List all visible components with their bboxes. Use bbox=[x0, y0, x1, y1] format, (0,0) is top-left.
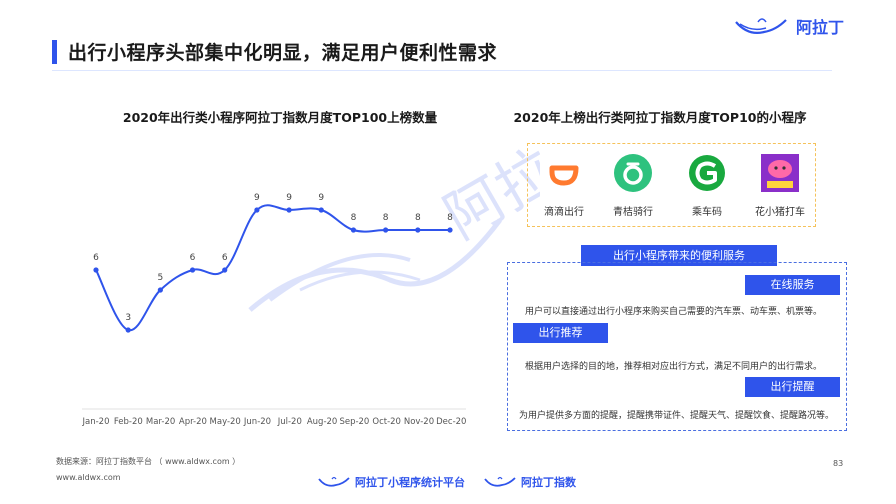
service-text-reminder: 为用户提供多方面的提醒，提醒携带证件、提醒天气、提醒饮食、提醒路况等。 bbox=[519, 411, 835, 421]
app-item-ride-code[interactable]: 乘车码 bbox=[674, 154, 740, 218]
app-name: 乘车码 bbox=[692, 207, 722, 218]
service-text-recommend: 根据用户选择的目的地，推荐相对应出行方式，满足不同用户的出行需求。 bbox=[525, 362, 823, 372]
data-point bbox=[447, 227, 453, 233]
line-chart: 6 Jan-20 3 Feb-20 5 Mar-20 6 Apr-20 6 May-20 9 Jun-… bbox=[82, 193, 467, 427]
app-item-qingju[interactable]: 青桔骑行 bbox=[600, 154, 666, 218]
data-point bbox=[189, 267, 196, 273]
series-line bbox=[95, 204, 450, 332]
footer-brand-left-text: 阿拉丁小程序统计平台 bbox=[355, 476, 465, 489]
x-tick-label: Sep-20 bbox=[339, 417, 369, 427]
x-tick-label: Feb-20 bbox=[114, 417, 143, 427]
service-tag-reminder: 出行提醒 bbox=[745, 377, 840, 397]
data-label: 8 bbox=[447, 213, 453, 223]
data-label: 6 bbox=[93, 253, 99, 263]
x-tick-label: Jul-20 bbox=[277, 417, 302, 427]
data-point bbox=[93, 267, 99, 273]
app-name: 花小猪打车 bbox=[755, 207, 805, 218]
footer-brand-right-text: 阿拉丁指数 bbox=[521, 476, 576, 489]
didi-icon bbox=[545, 154, 583, 192]
x-tick-label: Aug-20 bbox=[307, 417, 337, 427]
magic-lamp-icon bbox=[484, 476, 516, 487]
data-label: 8 bbox=[415, 213, 421, 223]
x-tick-label: Mar-20 bbox=[146, 417, 175, 427]
data-label: 9 bbox=[254, 193, 260, 203]
title-accent-bar bbox=[52, 40, 57, 64]
app-item-huaxiaozhu[interactable]: 花小猪打车 bbox=[747, 154, 813, 218]
page-title: 出行小程序头部集中化明显，满足用户便利性需求 bbox=[68, 42, 498, 64]
logo-text: 阿拉丁 bbox=[795, 18, 844, 37]
magic-lamp-icon bbox=[735, 18, 787, 34]
x-tick-label: Dec-20 bbox=[436, 417, 466, 427]
footer-brand-left: 阿拉丁小程序统计平台 bbox=[318, 474, 465, 490]
x-tick-label: Jun-20 bbox=[243, 417, 271, 427]
magic-lamp-icon bbox=[318, 476, 350, 487]
data-point bbox=[383, 227, 389, 233]
data-point bbox=[318, 207, 324, 213]
data-label: 9 bbox=[286, 193, 292, 203]
data-point bbox=[254, 207, 260, 213]
data-label: 3 bbox=[125, 313, 131, 323]
data-point bbox=[157, 287, 163, 293]
huaxiaozhu-icon bbox=[761, 154, 799, 192]
top-apps-box: 滴滴出行 青桔骑行 乘车码 花小猪打车 bbox=[527, 143, 816, 227]
page-number: 83 bbox=[833, 459, 844, 468]
chart-title: 2020年出行类小程序阿拉丁指数月度TOP100上榜数量 bbox=[122, 110, 438, 125]
app-name: 青桔骑行 bbox=[613, 207, 653, 218]
qingju-icon bbox=[614, 154, 652, 192]
x-tick-label: Apr-20 bbox=[179, 417, 207, 427]
data-label: 9 bbox=[318, 193, 324, 203]
service-text-online: 用户可以直接通过出行小程序来购买自己需要的汽车票、动车票、机票等。 bbox=[525, 307, 823, 317]
data-label: 5 bbox=[157, 273, 163, 283]
data-label: 8 bbox=[351, 213, 357, 223]
data-source: 数据来源：阿拉丁指数平台 （ www.aldwx.com ） bbox=[56, 457, 241, 466]
x-tick-label: Jan-20 bbox=[82, 417, 110, 427]
brand-logo: 阿拉丁 bbox=[734, 14, 844, 38]
service-tag-online: 在线服务 bbox=[745, 275, 840, 295]
data-point bbox=[286, 207, 292, 213]
data-point bbox=[222, 267, 228, 273]
data-point bbox=[415, 227, 421, 233]
ride-code-icon bbox=[688, 154, 726, 192]
app-item-didi[interactable]: 滴滴出行 bbox=[531, 154, 597, 218]
data-point bbox=[350, 227, 357, 233]
data-label: 6 bbox=[222, 253, 228, 263]
app-name: 滴滴出行 bbox=[544, 207, 584, 218]
site-url[interactable]: www.aldwx.com bbox=[56, 473, 121, 482]
service-tag-recommend: 出行推荐 bbox=[513, 323, 608, 343]
data-point bbox=[125, 327, 131, 333]
data-label: 8 bbox=[383, 213, 389, 223]
x-tick-label: Nov-20 bbox=[404, 417, 434, 427]
data-label: 6 bbox=[190, 253, 196, 263]
footer-brand-right: 阿拉丁指数 bbox=[484, 474, 576, 490]
title-divider bbox=[52, 70, 832, 71]
apps-section-title: 2020年上榜出行类阿拉丁指数月度TOP10的小程序 bbox=[513, 110, 807, 125]
x-tick-label: Oct-20 bbox=[372, 417, 401, 427]
x-tick-label: May-20 bbox=[210, 417, 241, 427]
